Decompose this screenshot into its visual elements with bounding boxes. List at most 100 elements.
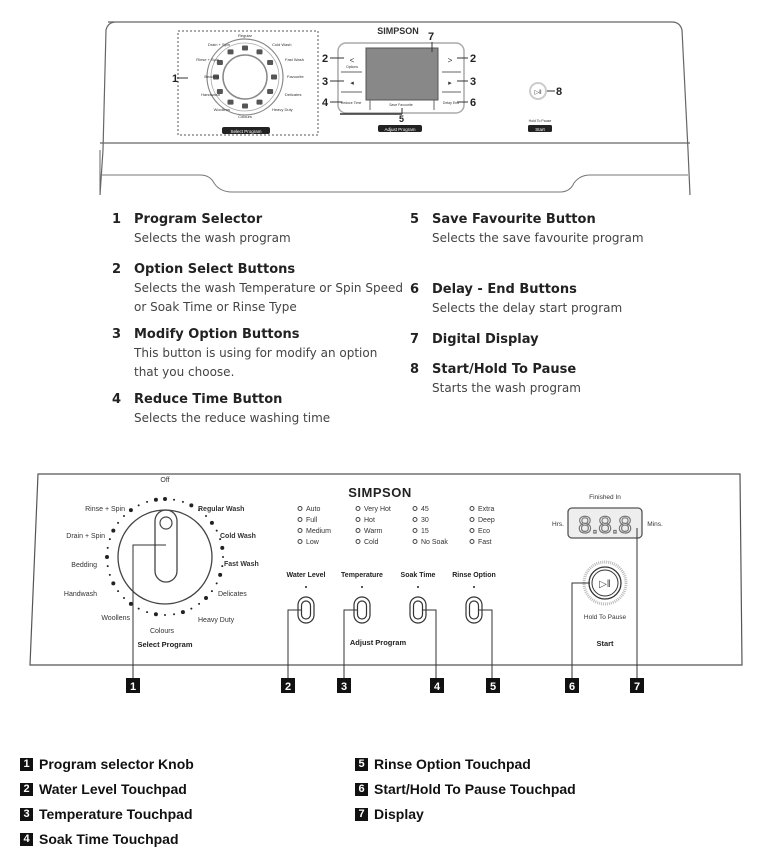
description-number: 1 bbox=[112, 212, 122, 227]
dial-label-left: Bedding bbox=[71, 562, 97, 569]
program-icon bbox=[242, 45, 248, 51]
dial-dot bbox=[218, 572, 223, 577]
legend-item: 3 Temperature Touchpad bbox=[20, 806, 193, 822]
dial-dot bbox=[205, 514, 208, 517]
legend-label: Start/Hold To Pause Touchpad bbox=[374, 781, 576, 797]
legend-badge: 3 bbox=[20, 807, 33, 821]
option-label: Hot bbox=[364, 517, 375, 524]
callout-4: 4 bbox=[322, 97, 329, 109]
modify-right-button[interactable]: ▸ bbox=[448, 80, 452, 87]
option-label: Eco bbox=[478, 528, 490, 535]
program-icon bbox=[256, 99, 263, 105]
modify-left-button[interactable]: ◂ bbox=[350, 80, 354, 87]
dial-dot bbox=[221, 565, 224, 568]
svg-text:4: 4 bbox=[434, 681, 441, 693]
dial-dot bbox=[108, 538, 111, 541]
callout-8: 8 bbox=[556, 86, 562, 98]
description-number: 8 bbox=[410, 362, 420, 377]
adjust-program-caption: Adjust Program bbox=[350, 638, 407, 647]
program-icon bbox=[227, 49, 234, 55]
dial-dot bbox=[173, 498, 176, 501]
dial-off-label: Off bbox=[160, 477, 169, 484]
legend-item: 4 Soak Time Touchpad bbox=[20, 831, 179, 847]
dial-dot bbox=[146, 611, 149, 614]
legend-item: 2 Water Level Touchpad bbox=[20, 781, 187, 797]
option-led bbox=[469, 517, 475, 522]
legend-label: Rinse Option Touchpad bbox=[374, 756, 531, 772]
option-led bbox=[297, 506, 303, 511]
dial-dot bbox=[173, 613, 176, 616]
description-text: Selects the delay start program bbox=[432, 301, 623, 315]
option-label: Full bbox=[306, 517, 318, 524]
dial-dot bbox=[128, 601, 133, 606]
description-number: 2 bbox=[112, 262, 122, 277]
brand-logo: SIMPSON bbox=[377, 26, 419, 36]
option-led bbox=[469, 506, 475, 511]
option-left-button[interactable]: < bbox=[350, 56, 355, 65]
description-title: Program Selector bbox=[134, 212, 263, 227]
legend-label: Water Level Touchpad bbox=[39, 781, 187, 797]
svg-text:1: 1 bbox=[130, 681, 136, 693]
dial-label-left: Handwash bbox=[64, 591, 97, 598]
legend-badge: 1 bbox=[20, 757, 33, 771]
dial-label-left: Woollens bbox=[101, 615, 130, 622]
legend-label: Temperature Touchpad bbox=[39, 806, 193, 822]
option-label: Cold bbox=[364, 539, 379, 546]
touchpad-label: Rinse Option bbox=[452, 572, 496, 579]
dial-dot bbox=[189, 503, 194, 508]
dial-dot bbox=[105, 555, 109, 559]
dial-dot bbox=[128, 508, 133, 513]
knob-indicator bbox=[159, 516, 173, 530]
dial-dot bbox=[190, 607, 193, 610]
option-label: Medium bbox=[306, 528, 331, 535]
knob-handle bbox=[154, 509, 178, 583]
description-number: 3 bbox=[112, 327, 122, 342]
option-right-button[interactable]: > bbox=[448, 56, 453, 65]
hrs-label: Hrs. bbox=[552, 521, 564, 528]
top-dial-label: Fast Wash bbox=[285, 57, 304, 62]
hold-to-pause-label: Hold To Pause bbox=[584, 614, 627, 621]
select-program-caption: Select Program bbox=[137, 640, 192, 649]
program-icon bbox=[267, 60, 274, 65]
program-icon bbox=[256, 49, 263, 55]
finished-in-label: Finished In bbox=[589, 494, 621, 501]
option-label: No Soak bbox=[421, 539, 448, 546]
top-dial-label: Colours bbox=[238, 114, 252, 119]
program-icon bbox=[271, 74, 277, 80]
program-icon bbox=[267, 89, 274, 94]
dial-label-left: Drain + Spin bbox=[66, 533, 105, 540]
option-led bbox=[469, 539, 475, 544]
display-digits: 8.8.8 bbox=[578, 512, 631, 539]
dial-dot bbox=[111, 528, 116, 533]
play-pause-icon: ▷ǁ bbox=[534, 90, 541, 96]
delay-end-button[interactable]: Delay End bbox=[443, 101, 459, 105]
top-dial-label: Delicates bbox=[285, 92, 302, 97]
legend-item: 5 Rinse Option Touchpad bbox=[355, 756, 531, 772]
option-label: Low bbox=[306, 539, 320, 546]
dial-dot bbox=[117, 521, 120, 524]
option-led bbox=[297, 539, 303, 544]
option-led bbox=[297, 528, 303, 533]
program-selector-knob[interactable] bbox=[117, 509, 213, 605]
mins-label: Mins. bbox=[647, 521, 663, 528]
legend-badge: 7 bbox=[355, 807, 368, 821]
option-label: Deep bbox=[478, 517, 495, 524]
option-label: 15 bbox=[421, 528, 429, 535]
callout-6: 6 bbox=[470, 97, 476, 109]
description-number: 6 bbox=[410, 282, 420, 297]
top-dial-label: Favourite bbox=[287, 74, 304, 79]
hold-to-pause-label-top: Hold To Pause bbox=[529, 119, 552, 123]
dial-dot bbox=[209, 520, 214, 525]
svg-text:7: 7 bbox=[634, 681, 640, 693]
dial-dot bbox=[153, 497, 158, 502]
dial-label-right: Cold Wash bbox=[220, 533, 256, 540]
dial-dot bbox=[204, 596, 209, 601]
top-dial-label: Bedding bbox=[204, 74, 219, 79]
bottom-control-panel: Off Rinse + Spin Drain + Spin Bedding Handw… bbox=[29, 473, 743, 693]
reduce-time-button[interactable]: Reduce Time bbox=[341, 101, 362, 105]
dial-dot bbox=[137, 607, 140, 610]
save-favourite-button[interactable]: Save Favourite bbox=[389, 103, 413, 107]
start-label-top: Start bbox=[535, 127, 545, 132]
top-control-panel: Select Program 1 SIMPSON < Options > ◂ ▸… bbox=[99, 21, 691, 196]
program-dial-knob bbox=[222, 54, 268, 100]
